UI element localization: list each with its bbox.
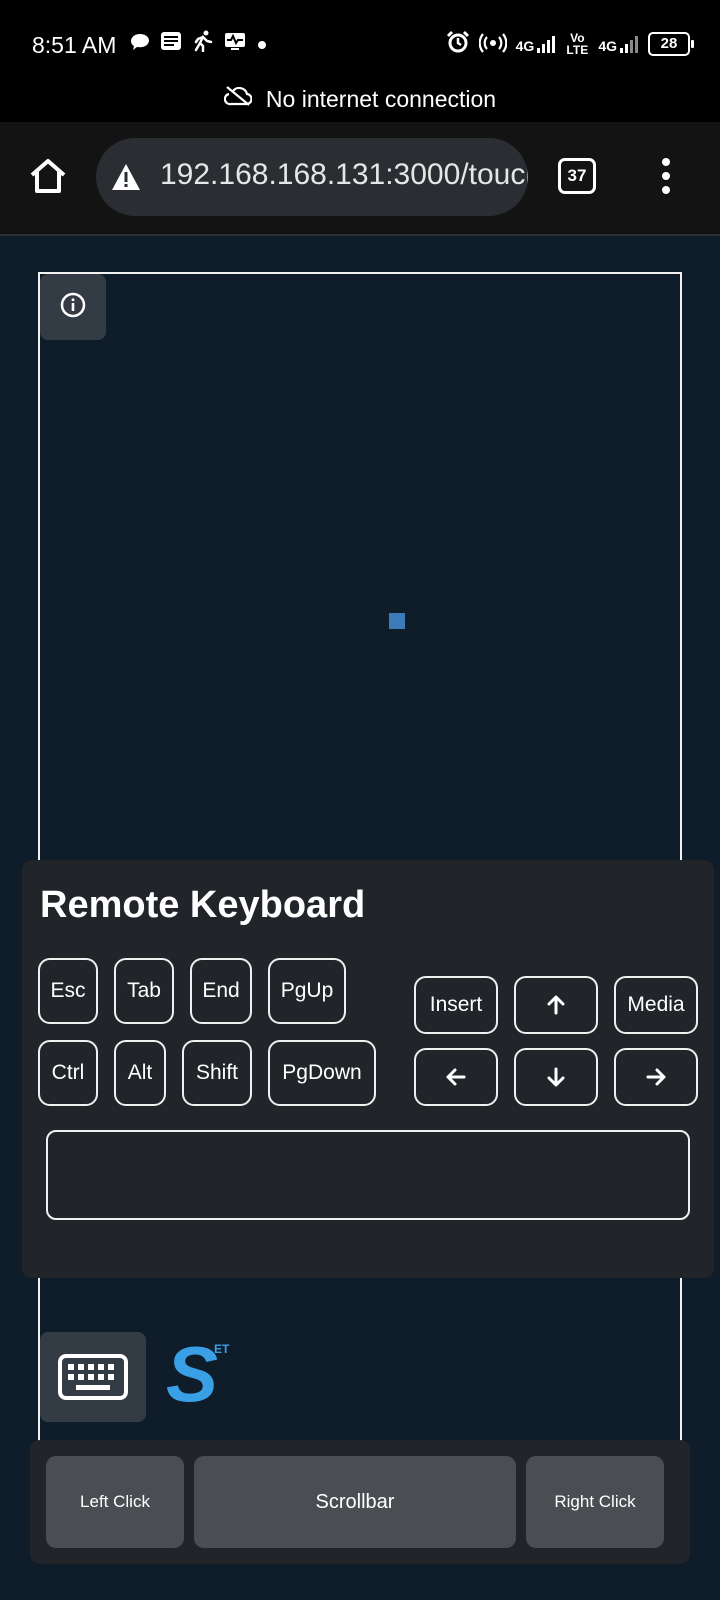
address-bar[interactable]: 192.168.168.131:3000/touchpad xyxy=(96,138,528,216)
touchpad-cursor xyxy=(389,613,405,629)
arrow-down-icon xyxy=(547,1067,565,1087)
fitness-icon xyxy=(192,30,214,59)
arrow-up-key[interactable] xyxy=(514,976,598,1034)
app-logo: S ET xyxy=(166,1334,236,1420)
dot-icon xyxy=(256,32,268,58)
arrow-left-icon xyxy=(446,1068,466,1086)
arrow-up-icon xyxy=(547,995,565,1015)
url-text[interactable]: 192.168.168.131:3000/touchpad xyxy=(160,158,528,192)
info-icon xyxy=(59,291,87,324)
logo-superscript: ET xyxy=(214,1342,230,1356)
signal-4g-icon: 4G xyxy=(516,34,557,54)
warning-icon[interactable] xyxy=(110,162,142,192)
keyboard-icon xyxy=(58,1354,128,1400)
mouse-buttons-panel: Left Click Scrollbar Right Click xyxy=(30,1440,690,1564)
browser-toolbar: 192.168.168.131:3000/touchpad xyxy=(0,122,720,236)
logo-letter: S xyxy=(166,1330,219,1418)
arrow-right-key[interactable] xyxy=(614,1048,698,1106)
health-icon xyxy=(224,31,246,58)
alt-key[interactable]: Alt xyxy=(114,1040,166,1106)
pgup-key[interactable]: PgUp xyxy=(268,958,346,1024)
home-icon[interactable] xyxy=(26,154,70,198)
arrow-right-icon xyxy=(646,1068,666,1086)
network-banner: No internet connection xyxy=(0,76,720,122)
media-key[interactable]: Media xyxy=(614,976,698,1034)
ctrl-key[interactable]: Ctrl xyxy=(38,1040,98,1106)
left-click-button[interactable]: Left Click xyxy=(46,1456,184,1548)
keyboard-toggle-button[interactable] xyxy=(40,1332,146,1422)
tab-key[interactable]: Tab xyxy=(114,958,174,1024)
battery-indicator: 28 xyxy=(648,31,694,56)
status-time: 8:51 AM xyxy=(32,32,117,58)
info-button[interactable] xyxy=(40,274,106,340)
keyboard-text-input[interactable] xyxy=(46,1130,690,1220)
scrollbar-button[interactable]: Scrollbar xyxy=(194,1456,516,1548)
network-type-label: 4G xyxy=(515,37,535,54)
esc-key[interactable]: Esc xyxy=(38,958,98,1024)
hotspot-icon xyxy=(478,30,507,57)
arrow-down-key[interactable] xyxy=(514,1048,598,1106)
insert-key[interactable]: Insert xyxy=(414,976,498,1034)
notification-icons xyxy=(130,30,268,59)
alarm-icon xyxy=(446,30,470,57)
arrow-left-key[interactable] xyxy=(414,1048,498,1106)
right-click-button[interactable]: Right Click xyxy=(526,1456,664,1548)
end-key[interactable]: End xyxy=(190,958,252,1024)
cloud-off-icon xyxy=(223,85,253,113)
shift-key[interactable]: Shift xyxy=(182,1040,252,1106)
tab-switcher-button[interactable]: 37 xyxy=(558,158,596,194)
more-vert-icon[interactable] xyxy=(654,158,678,198)
remote-keyboard-panel: Remote Keyboard Esc Tab End PgUp Ctrl Al… xyxy=(22,860,714,1278)
keyboard-title: Remote Keyboard xyxy=(40,884,366,926)
volte-icon: Vo LTE xyxy=(566,30,589,57)
network-banner-text: No internet connection xyxy=(265,85,497,112)
signal-4g-2-icon: 4G xyxy=(598,34,639,54)
pgdown-key[interactable]: PgDown xyxy=(268,1040,376,1106)
network-type-label-2: 4G xyxy=(598,37,617,54)
system-icons: 4G Vo LTE 4G 28 xyxy=(446,30,694,57)
news-icon xyxy=(160,30,182,59)
chat-icon xyxy=(130,32,150,58)
